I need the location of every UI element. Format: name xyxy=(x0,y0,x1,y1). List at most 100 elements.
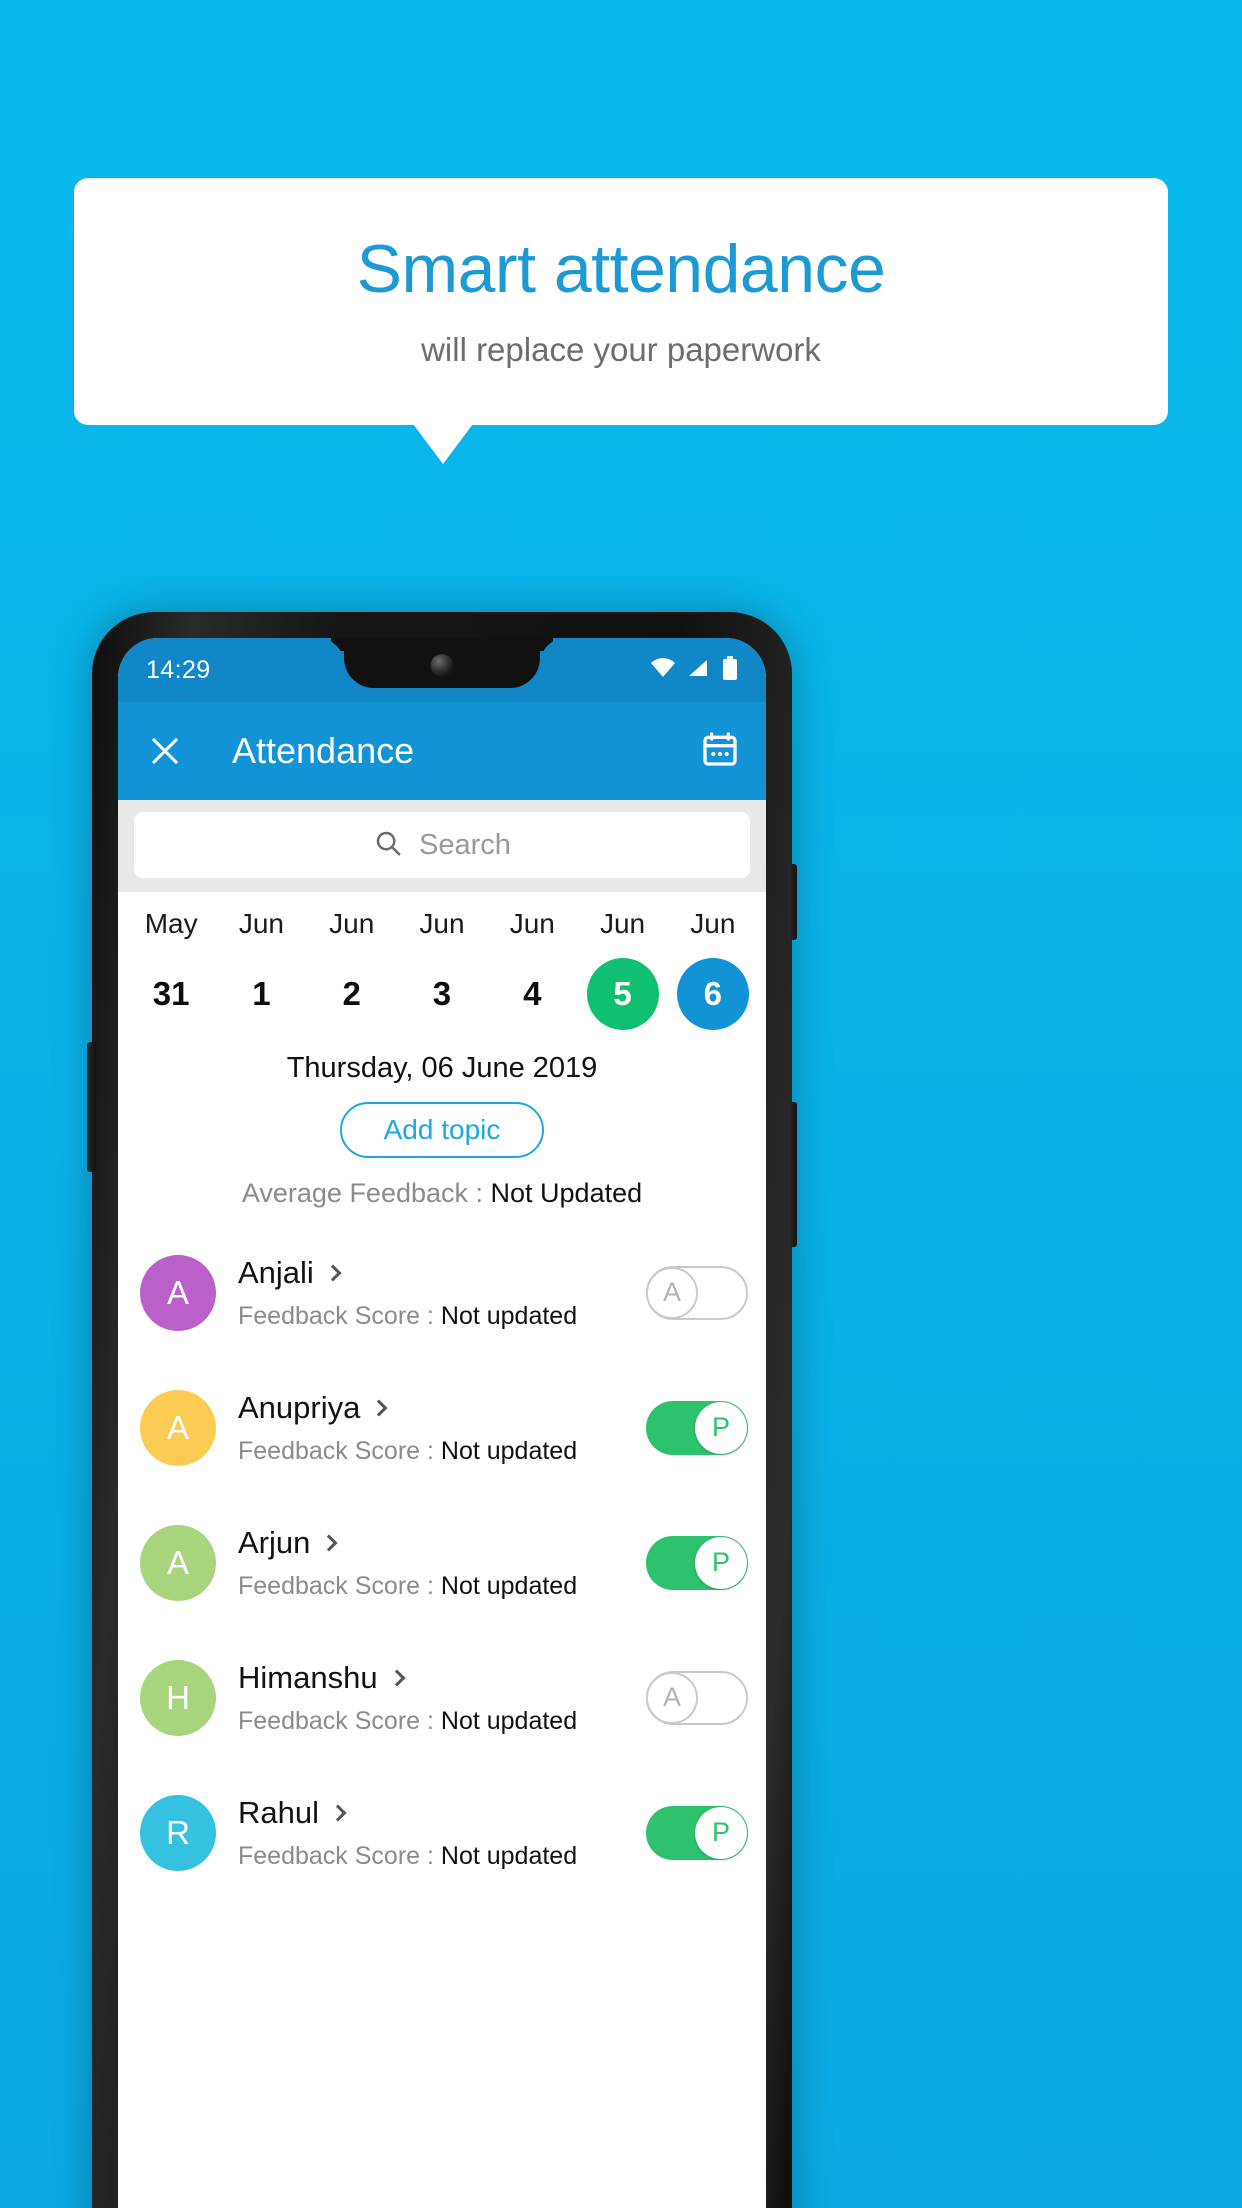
student-score-label: Feedback Score : xyxy=(238,1301,441,1330)
front-camera xyxy=(430,654,454,677)
student-row[interactable]: A Anupriya Feedback Score : Not updated P xyxy=(118,1360,766,1495)
student-score-value: Not updated xyxy=(440,1301,578,1330)
promo-title: Smart attendance xyxy=(356,230,886,307)
attendance-toggle[interactable]: P xyxy=(646,1805,748,1860)
student-name-line[interactable]: Rahul xyxy=(238,1795,646,1831)
app-bar-title: Attendance xyxy=(232,730,415,771)
status-time: 14:29 xyxy=(146,655,211,684)
attendance-toggle-knob: P xyxy=(695,1401,747,1454)
date-cell-month: Jun xyxy=(329,908,375,939)
signal-icon xyxy=(687,658,711,683)
chevron-right-icon xyxy=(370,1399,388,1416)
attendance-toggle-knob: A xyxy=(646,1671,698,1724)
close-icon[interactable] xyxy=(148,734,182,768)
volume-button-right[interactable] xyxy=(788,1102,797,1247)
student-score-label: Feedback Score : xyxy=(238,1571,441,1600)
student-score: Feedback Score : Not updated xyxy=(238,1707,646,1736)
date-cell-day: 5 xyxy=(586,958,659,1030)
student-info: Anjali Feedback Score : Not updated xyxy=(238,1255,646,1331)
student-score-value: Not updated xyxy=(440,1571,578,1600)
search-section: Search xyxy=(118,800,766,892)
status-bar: 14:29 xyxy=(118,638,766,702)
attendance-toggle[interactable]: P xyxy=(646,1400,748,1455)
attendance-toggle[interactable]: A xyxy=(646,1670,748,1725)
date-cell-day: 1 xyxy=(252,975,271,1012)
student-score-value: Not updated xyxy=(440,1706,578,1735)
date-cell[interactable]: Jun 1 xyxy=(216,908,306,1030)
avatar: A xyxy=(140,1524,216,1601)
date-cell-month: May xyxy=(144,908,198,939)
power-button[interactable] xyxy=(788,864,797,940)
student-score-value: Not updated xyxy=(440,1436,578,1465)
battery-icon xyxy=(722,655,738,685)
avatar: R xyxy=(140,1794,216,1871)
phone-notch xyxy=(344,638,540,688)
attendance-toggle-knob: P xyxy=(695,1536,747,1589)
student-name-line[interactable]: Anjali xyxy=(238,1255,646,1291)
student-name-line[interactable]: Arjun xyxy=(238,1525,646,1561)
student-score-value: Not updated xyxy=(440,1841,578,1870)
search-placeholder: Search xyxy=(419,828,511,861)
student-row[interactable]: H Himanshu Feedback Score : Not updated A xyxy=(118,1630,766,1765)
average-feedback-label: Average Feedback : xyxy=(241,1178,491,1208)
chevron-right-icon xyxy=(324,1264,342,1281)
student-info: Himanshu Feedback Score : Not updated xyxy=(238,1660,646,1736)
avatar: A xyxy=(140,1389,216,1466)
student-score: Feedback Score : Not updated xyxy=(238,1572,646,1601)
date-cell-day: 31 xyxy=(152,975,190,1012)
status-icons xyxy=(650,655,738,685)
average-feedback-value: Not Updated xyxy=(490,1178,643,1208)
promo-card-tail xyxy=(413,424,473,464)
student-score-label: Feedback Score : xyxy=(238,1706,441,1735)
chevron-right-icon xyxy=(329,1804,347,1821)
date-cell-month: Jun xyxy=(238,908,284,939)
student-name: Rahul xyxy=(238,1794,319,1830)
phone-device-frame: 14:29 Attendance Search May 31 Jun 1 Jun… xyxy=(87,612,797,2208)
date-cell-day: 4 xyxy=(523,975,542,1012)
student-info: Rahul Feedback Score : Not updated xyxy=(238,1795,646,1871)
attendance-toggle-knob: P xyxy=(695,1806,747,1859)
student-name: Himanshu xyxy=(238,1659,378,1695)
date-cell-month: Jun xyxy=(599,908,646,939)
wifi-icon xyxy=(650,657,676,683)
student-row[interactable]: A Anjali Feedback Score : Not updated A xyxy=(118,1225,766,1360)
avatar: H xyxy=(140,1659,216,1736)
add-topic-button[interactable]: Add topic xyxy=(339,1102,545,1158)
date-cell[interactable]: Jun 2 xyxy=(307,908,397,1030)
student-score: Feedback Score : Not updated xyxy=(238,1842,646,1871)
student-info: Arjun Feedback Score : Not updated xyxy=(238,1525,646,1601)
app-bar: Attendance xyxy=(118,702,766,800)
student-name-line[interactable]: Himanshu xyxy=(238,1660,646,1696)
date-cell[interactable]: Jun 4 xyxy=(487,908,577,1030)
student-score: Feedback Score : Not updated xyxy=(238,1437,646,1466)
calendar-icon[interactable] xyxy=(700,729,740,774)
student-name: Arjun xyxy=(238,1524,311,1560)
chevron-right-icon xyxy=(388,1669,406,1686)
phone-screen: 14:29 Attendance Search May 31 Jun 1 Jun… xyxy=(118,638,766,2208)
student-score-label: Feedback Score : xyxy=(238,1841,441,1870)
student-info: Anupriya Feedback Score : Not updated xyxy=(238,1390,646,1466)
promo-subtitle: will replace your paperwork xyxy=(421,331,821,369)
student-name: Anupriya xyxy=(238,1389,361,1425)
date-cell-day: 2 xyxy=(342,975,361,1012)
date-cell[interactable]: May 31 xyxy=(126,908,216,1030)
volume-button-left[interactable] xyxy=(87,1042,96,1172)
date-cell[interactable]: Jun 5 xyxy=(577,908,667,1030)
student-row[interactable]: R Rahul Feedback Score : Not updated P xyxy=(118,1765,766,1900)
date-cell-month: Jun xyxy=(419,908,465,939)
search-input[interactable]: Search xyxy=(134,812,750,878)
student-name-line[interactable]: Anupriya xyxy=(238,1390,646,1426)
search-icon xyxy=(373,828,403,863)
date-cell[interactable]: Jun 6 xyxy=(668,908,758,1030)
date-cell[interactable]: Jun 3 xyxy=(397,908,487,1030)
date-cell-day: 3 xyxy=(432,975,452,1012)
student-score: Feedback Score : Not updated xyxy=(238,1302,646,1331)
student-row[interactable]: A Arjun Feedback Score : Not updated P xyxy=(118,1495,766,1630)
attendance-toggle[interactable]: P xyxy=(646,1535,748,1590)
date-cell-month: Jun xyxy=(690,908,736,939)
attendance-toggle[interactable]: A xyxy=(646,1265,748,1320)
student-score-label: Feedback Score : xyxy=(238,1436,441,1465)
date-cell-month: Jun xyxy=(509,908,555,939)
selected-date-label: Thursday, 06 June 2019 xyxy=(286,1052,598,1084)
date-strip: May 31 Jun 1 Jun 2 Jun 3 Jun 4 Jun 5 Jun 6 xyxy=(118,892,766,1036)
